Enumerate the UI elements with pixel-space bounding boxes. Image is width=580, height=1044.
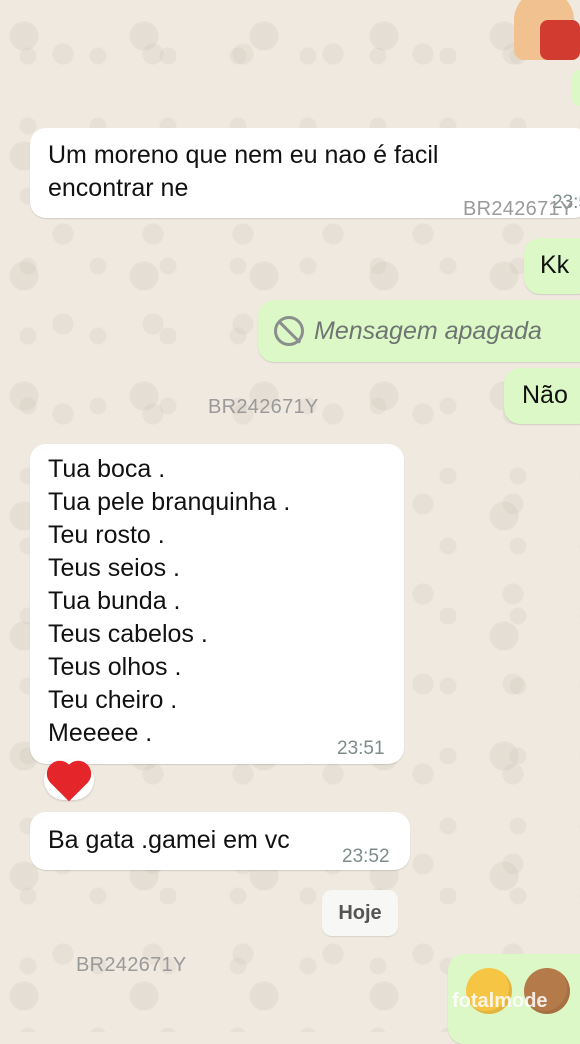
message-bubble-outgoing[interactable]: Não xyxy=(504,368,580,424)
message-bubble-incoming[interactable]: Tua boca . Tua pele branquinha . Teu ros… xyxy=(30,444,404,764)
watermark-text: BR242671Y xyxy=(76,954,187,976)
heart-icon xyxy=(50,764,88,802)
message-time: 23:52 xyxy=(342,846,390,867)
message-text: Ba gata .gamei em vc xyxy=(48,826,290,854)
message-line: Teus seios . xyxy=(48,554,181,582)
message-text: Mensagem apagada xyxy=(314,316,542,345)
message-text: Não xyxy=(522,381,568,409)
message-bubble-incoming[interactable]: Ba gata .gamei em vc 23:52 xyxy=(30,812,410,870)
message-line: Meeeee . xyxy=(48,719,153,747)
message-line: Tua pele branquinha . xyxy=(48,488,291,516)
message-line: Tua boca . xyxy=(48,455,166,483)
message-time: 23:51 xyxy=(337,738,385,759)
outgoing-bubble-partial xyxy=(572,70,580,106)
site-watermark: fotalmode xyxy=(452,990,548,1012)
message-line: Teus olhos . xyxy=(48,653,182,681)
sticker-partial xyxy=(500,0,580,62)
message-line: Teus cabelos . xyxy=(48,620,208,648)
message-text: Kk xyxy=(540,251,570,279)
watermark-text: BR242671Y xyxy=(463,198,574,220)
deleted-message-icon xyxy=(274,316,304,347)
message-text: Um moreno que nem eu nao é facil encontr… xyxy=(48,141,439,202)
watermark-text: BR242671Y xyxy=(208,396,319,418)
reaction-badge[interactable] xyxy=(44,760,94,802)
message-line: Tua bunda . xyxy=(48,587,181,615)
deleted-message-bubble[interactable]: Mensagem apagada xyxy=(258,300,580,362)
date-separator: Hoje xyxy=(322,890,398,936)
message-bubble-outgoing[interactable]: Kk xyxy=(524,238,580,294)
message-line: Teu cheiro . xyxy=(48,686,178,714)
message-line: Teu rosto . xyxy=(48,521,165,549)
